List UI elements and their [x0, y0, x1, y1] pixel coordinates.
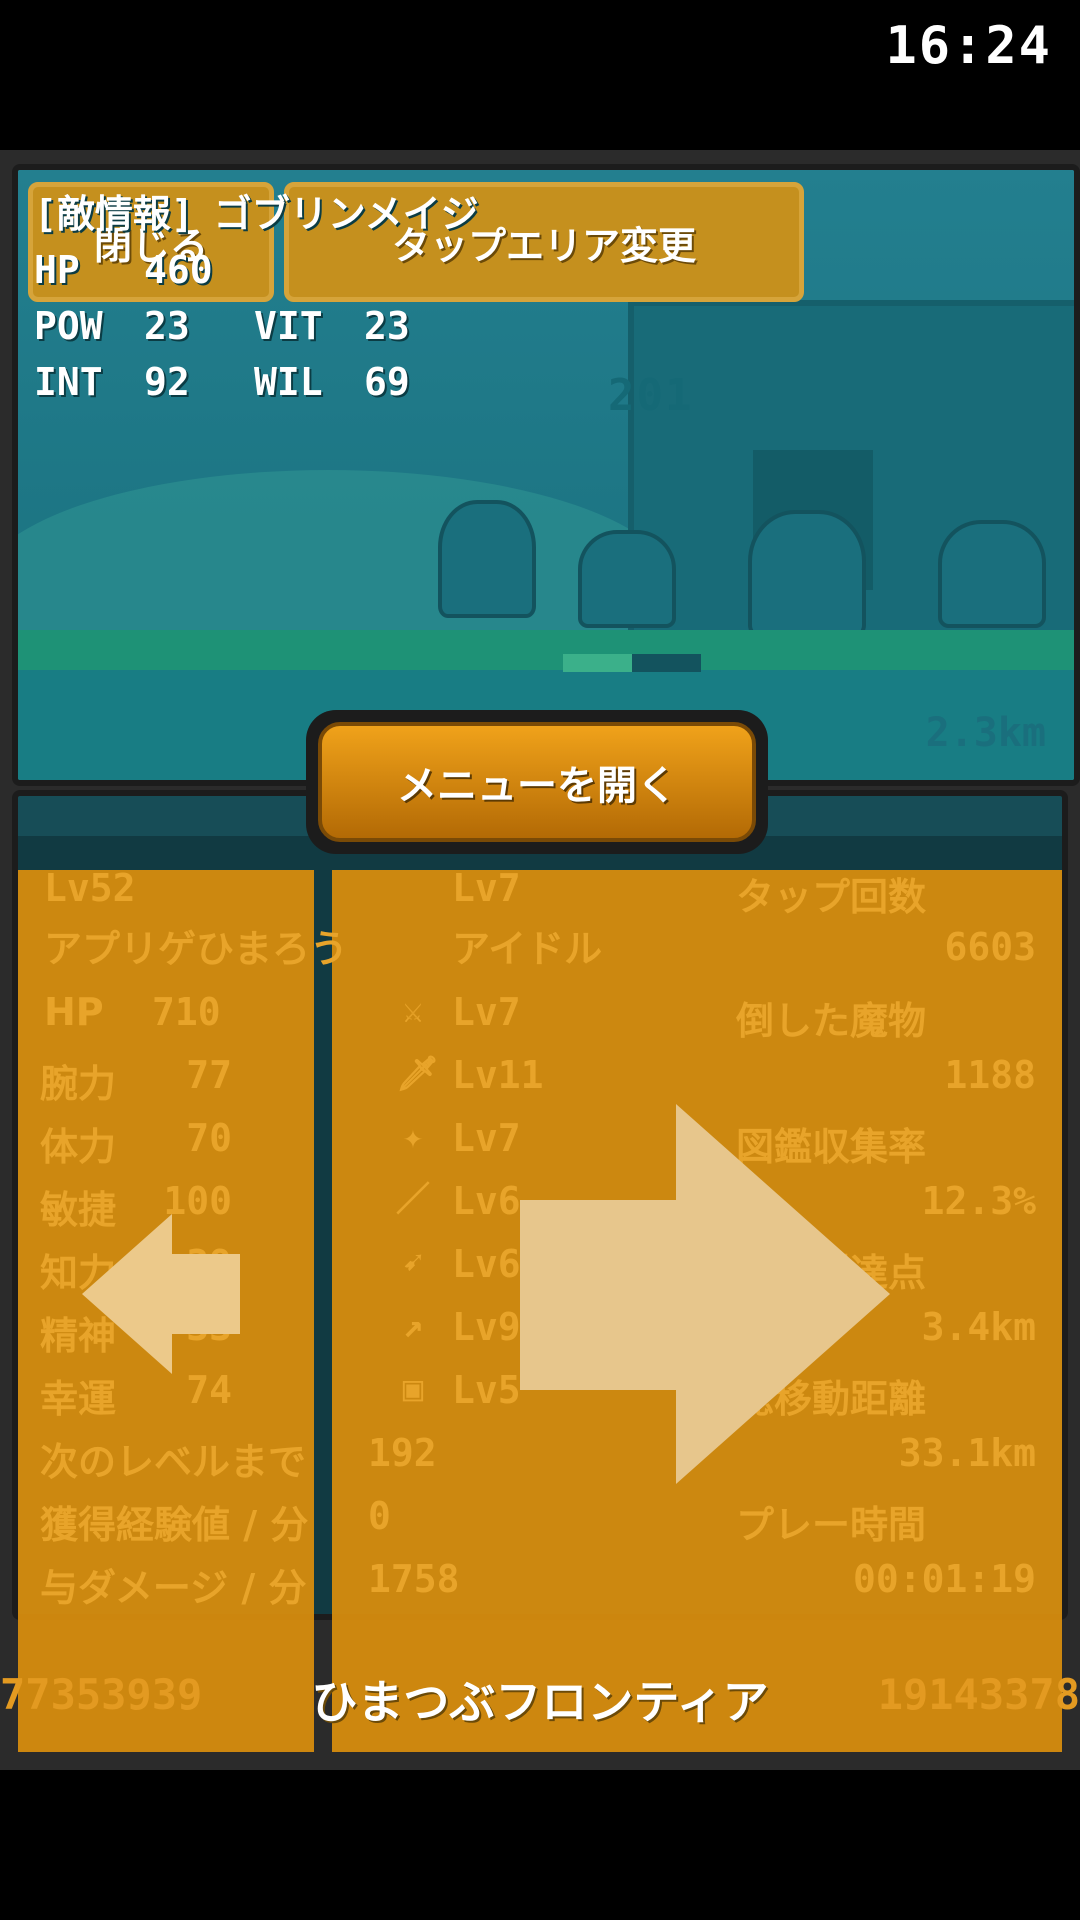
player-level: Lv52	[44, 866, 136, 910]
enemy-hp-bar	[563, 654, 701, 672]
goblin-mage-sprite	[438, 500, 536, 618]
skill-level-axe: Lv7	[452, 1116, 521, 1160]
skill-level-spear: Lv6	[452, 1179, 521, 1223]
record-value-kills: 1188	[944, 1053, 1036, 1097]
slime-sprite	[938, 520, 1046, 628]
arrow-left-icon-shaft	[170, 1254, 240, 1334]
sword-icon: ⚔	[402, 991, 424, 1031]
job-level: Lv7	[452, 866, 521, 910]
stat-value-str: 77	[186, 1053, 232, 1097]
skill-level-shield: Lv5	[452, 1368, 521, 1412]
slime-sprite	[578, 530, 676, 628]
grass-strip	[18, 630, 1074, 670]
enemy-pow-value: 23	[144, 304, 190, 348]
enemy-name: ゴブリンメイジ	[213, 192, 479, 236]
axe-icon: ✦	[402, 1117, 424, 1157]
stat-label-str: 腕力	[40, 1062, 117, 1106]
exp-per-min-value: 0	[368, 1494, 391, 1538]
stat-label-hp: HP	[44, 990, 104, 1034]
next-level-value: 192	[368, 1431, 437, 1475]
record-value-play-time: 00:01:19	[852, 1557, 1036, 1601]
record-label-kills: 倒した魔物	[736, 999, 927, 1043]
player-name: アプリゲひまろう	[44, 927, 349, 971]
skill-level-staff: Lv9	[452, 1305, 521, 1349]
enemy-wil-value: 69	[364, 360, 410, 404]
record-label-play-time: プレー時間	[736, 1503, 927, 1547]
arrow-right-icon[interactable]	[676, 1104, 890, 1484]
dagger-icon: 🗡	[396, 1054, 440, 1094]
next-level-label: 次のレベルまで	[40, 1440, 307, 1484]
game-title: ひまつぶフロンティア	[311, 1675, 769, 1729]
clock: 16:24	[885, 16, 1052, 76]
enemy-info: [敵情報] ゴブリンメイジ HP 460 POW 23 VIT 23 INT 9…	[34, 186, 479, 410]
staff-icon: ↗	[402, 1306, 424, 1346]
enemy-info-tag: [敵情報]	[34, 192, 194, 236]
stat-label-vit: 体力	[40, 1125, 117, 1169]
enemy-int-label: INT	[34, 360, 103, 404]
spear-icon: ／	[396, 1180, 430, 1220]
arrow-left-icon[interactable]	[82, 1214, 172, 1374]
stat-value-vit: 70	[186, 1116, 232, 1160]
enemy-pow-label: POW	[34, 304, 103, 348]
enemy-int-value: 92	[144, 360, 190, 404]
enemy-hp-value: 460	[144, 248, 213, 292]
stat-value-hp: 710	[152, 990, 221, 1034]
enemy-vit-value: 23	[364, 304, 410, 348]
open-menu-button[interactable]: メニューを開く	[318, 722, 756, 842]
exp-per-min-label: 獲得経験値 / 分	[40, 1503, 309, 1547]
shield-icon: ▣	[402, 1369, 424, 1409]
distance-readout: 2.3km	[925, 710, 1046, 756]
skill-level-bow: Lv6	[452, 1242, 521, 1286]
bow-icon: ➹	[402, 1243, 424, 1283]
stat-value-luk: 74	[186, 1368, 232, 1412]
record-label-taps: タップ回数	[736, 875, 927, 919]
record-value-taps: 6603	[944, 925, 1036, 969]
enemy-hp-label: HP	[34, 248, 80, 292]
arrow-right-icon-shaft	[520, 1200, 680, 1390]
enemy-wil-label: WIL	[254, 360, 323, 404]
menu-button-frame: メニューを開く	[306, 710, 768, 854]
damage-per-min-label: 与ダメージ / 分	[40, 1566, 307, 1610]
skill-level-dagger: Lv11	[452, 1053, 544, 1097]
enemy-vit-label: VIT	[254, 304, 323, 348]
damage-per-min-value: 1758	[368, 1557, 460, 1601]
job-name: アイドル	[452, 927, 603, 971]
bottom-bar	[0, 1770, 1080, 1920]
enemy-hp-bar-fill	[563, 654, 632, 672]
floor-number: 201	[608, 370, 694, 421]
stat-label-luk: 幸運	[40, 1377, 117, 1421]
player-sprite	[748, 510, 866, 638]
skill-level-sword: Lv7	[452, 990, 521, 1034]
